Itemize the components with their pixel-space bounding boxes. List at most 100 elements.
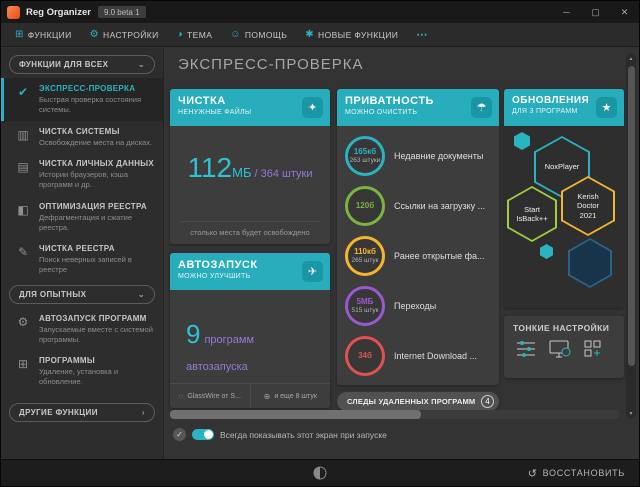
chevron-right-icon: › [142,408,145,417]
traces-count-badge: 4 [481,395,494,408]
check-circle-icon: ✓ [173,428,186,441]
brush-icon: ✦ [302,97,323,118]
restore-icon: ↺ [528,467,538,480]
sidebar-item-subtitle: Запускаемые вместе с системой программы. [39,325,157,345]
updates-card-body: NoxPlayer Start IsBack++ Kerish Doctor 2… [504,126,624,308]
vertical-scrollbar-thumb[interactable] [628,66,635,366]
scroll-down-icon[interactable]: ▼ [626,408,636,419]
menu-functions-label: ФУНКЦИИ [28,30,72,40]
toggle-knob [204,430,213,439]
sidebar-item-text: ЧИСТКА ЛИЧНЫХ ДАННЫХ Истории браузеров, … [39,159,157,190]
privacy-row[interactable]: 165кб 263 штуки Недавние документы [337,131,499,181]
sidebar-item-registry-cleanup[interactable]: ✎ ЧИСТКА РЕЕСТРА Поиск неверных записей … [1,238,163,281]
chevron-down-icon: ⌄ [138,290,145,299]
sidebar-item-text: ЭКСПРЕСС-ПРОВЕРКА Быстрая проверка состо… [39,84,157,115]
autorun-more-label: и еще 8 штук [274,393,317,400]
privacy-row[interactable]: 120б Ссылки на загрузку ... [337,181,499,231]
menu-more[interactable]: ⋯ [407,23,436,46]
startup-programs-icon: ⚙ [14,314,32,345]
menu-new-features-label: НОВЫЕ ФУНКЦИИ [318,30,398,40]
apps-grid-icon[interactable] [583,339,603,364]
sidebar-item-subtitle: Поиск неверных записей в реестре [39,255,157,275]
decor-hexagon [568,238,612,288]
privacy-value: 34б [358,351,372,361]
sidebar-item-subtitle: Удаление, установка и обновление. [39,367,157,387]
sidebar-group-label: ФУНКЦИИ ДЛЯ ВСЕХ [19,60,108,69]
minimize-button[interactable]: ─ [552,1,581,23]
version-badge: 9.0 beta 1 [98,6,146,18]
content-area: ФУНКЦИИ ДЛЯ ВСЕХ ⌄ ✔ ЭКСПРЕСС-ПРОВЕРКА Б… [1,48,639,459]
theme-toggle-icon[interactable] [314,467,327,480]
maximize-button[interactable]: ▢ [581,1,610,23]
help-icon: ☺ [230,29,241,40]
menu-theme[interactable]: ◑ ТЕМА [168,23,222,46]
autorun-stats: 9программ автозапуска [170,290,330,377]
horizontal-scrollbar-thumb[interactable] [170,410,421,419]
disk-cleanup-icon: ▥ [14,127,32,148]
sidebar-other-functions-button[interactable]: ДРУГИЕ ФУНКЦИИ › [9,403,155,422]
privacy-ring: 34б [345,336,385,376]
sidebar-item-express-check[interactable]: ✔ ЭКСПРЕСС-ПРОВЕРКА Быстрая проверка сос… [1,78,163,121]
privacy-value: 5МБ [357,297,374,307]
privacy-card[interactable]: ПРИВАТНОСТЬ МОЖНО ОЧИСТИТЬ ☂ 165кб 263 ш… [337,89,499,385]
menu-help-label: ПОМОЩЬ [245,30,287,40]
sidebar-item-text: АВТОЗАПУСК ПРОГРАММ Запускаемые вместе с… [39,314,157,345]
autorun-card[interactable]: АВТОЗАПУСК МОЖНО УЛУЧШИТЬ ✈ 9программ ав… [170,253,330,408]
update-hex-startisback[interactable]: Start IsBack++ [507,186,557,242]
cleanup-size-value: 112 [187,152,232,183]
autorun-card-footer: ◌ GlassWire от S... ⊕ и еще 8 штук [170,383,330,408]
cleanup-card-header: ЧИСТКА НЕНУЖНЫЕ ФАЙЛЫ ✦ [170,89,330,126]
sidebar-item-text: ОПТИМИЗАЦИЯ РЕЕСТРА Дефрагментация и сжа… [39,202,157,233]
card-title: АВТОЗАПУСК [178,259,322,271]
scroll-up-icon[interactable]: ▲ [626,53,636,64]
sidebar-item-subtitle: Быстрая проверка состояния системы. [39,95,157,115]
restore-button[interactable]: ↺ ВОССТАНОВИТЬ [528,467,625,480]
sidebar-item-startup-programs[interactable]: ⚙ АВТОЗАПУСК ПРОГРАММ Запускаемые вместе… [1,308,163,351]
autorun-more-apps[interactable]: ⊕ и еще 8 штук [250,384,331,408]
privacy-row[interactable]: 5МБ 515 штук Переходы [337,281,499,331]
deleted-programs-traces-button[interactable]: СЛЕДЫ УДАЛЕННЫХ ПРОГРАММ 4 [337,392,499,411]
privacy-label: Ранее открытые фа... [394,251,485,262]
vertical-scrollbar[interactable]: ▲ ▼ [626,53,636,419]
autorun-app-glasswire[interactable]: ◌ GlassWire от S... [170,384,250,408]
privacy-ring: 120б [345,186,385,226]
updates-card[interactable]: ОБНОВЛЕНИЯ ДЛЯ 3 ПРОГРАММ ★ NoxPlayer St… [504,89,624,308]
sidebar-group-functions-for-all[interactable]: ФУНКЦИИ ДЛЯ ВСЕХ ⌄ [9,55,155,74]
menu-help[interactable]: ☺ ПОМОЩЬ [221,23,296,46]
close-button[interactable]: ✕ [610,1,639,23]
page-title: ЭКСПРЕСС-ПРОВЕРКА [178,56,364,73]
menu-functions[interactable]: ⊞ ФУНКЦИИ [6,23,81,46]
fine-tuning-title: ТОНКИЕ НАСТРОЙКИ [504,316,624,337]
privacy-row[interactable]: 110кб 265 штук Ранее открытые фа... [337,231,499,281]
sidebar-item-subtitle: Дефрагментация и сжатие реестра. [39,213,157,233]
cleanup-card-body: 112МБ / 364 штуки столько места будет ос… [170,126,330,244]
menu-settings[interactable]: ⚙ НАСТРОЙКИ [81,23,168,46]
registry-cleanup-icon: ✎ [14,244,32,275]
sidebar-item-programs[interactable]: ⊞ ПРОГРАММЫ Удаление, установка и обновл… [1,350,163,393]
private-data-icon: ▤ [14,159,32,190]
card-subtitle: МОЖНО ОЧИСТИТЬ [345,109,491,116]
update-program-name: Start IsBack++ [509,188,555,240]
sliders-icon[interactable] [515,339,537,364]
sidebar-group-label: ДЛЯ ОПЫТНЫХ [19,290,86,299]
sidebar-item-registry-optimization[interactable]: ◧ ОПТИМИЗАЦИЯ РЕЕСТРА Дефрагментация и с… [1,196,163,239]
cleanup-card[interactable]: ЧИСТКА НЕНУЖНЫЕ ФАЙЛЫ ✦ 112МБ / 364 штук… [170,89,330,244]
sidebar-group-for-experts[interactable]: ДЛЯ ОПЫТНЫХ ⌄ [9,285,155,304]
sidebar-item-title: ЭКСПРЕСС-ПРОВЕРКА [39,84,157,93]
menu-new-features[interactable]: ✱ НОВЫЕ ФУНКЦИИ [296,23,407,46]
ellipsis-icon: ⋯ [416,28,427,41]
horizontal-scrollbar[interactable] [170,410,619,419]
sidebar-item-private-data-cleanup[interactable]: ▤ ЧИСТКА ЛИЧНЫХ ДАННЫХ Истории браузеров… [1,153,163,196]
display-settings-icon[interactable] [548,339,572,364]
card-subtitle: НЕНУЖНЫЕ ФАЙЛЫ [178,109,322,116]
startup-toggle[interactable] [192,429,214,440]
fine-tuning-card[interactable]: ТОНКИЕ НАСТРОЙКИ [504,316,624,378]
status-bar: ↺ ВОССТАНОВИТЬ [1,459,639,486]
privacy-row[interactable]: 34б Internet Download ... [337,331,499,381]
sidebar-item-system-cleanup[interactable]: ▥ ЧИСТКА СИСТЕМЫ Освобождение места на д… [1,121,163,154]
privacy-label: Ссылки на загрузку ... [394,201,485,212]
menubar: ⊞ ФУНКЦИИ ⚙ НАСТРОЙКИ ◑ ТЕМА ☺ ПОМОЩЬ ✱ … [1,23,639,47]
privacy-card-header: ПРИВАТНОСТЬ МОЖНО ОЧИСТИТЬ ☂ [337,89,499,126]
privacy-count: 263 штуки [350,157,381,165]
menu-settings-label: НАСТРОЙКИ [103,30,159,40]
